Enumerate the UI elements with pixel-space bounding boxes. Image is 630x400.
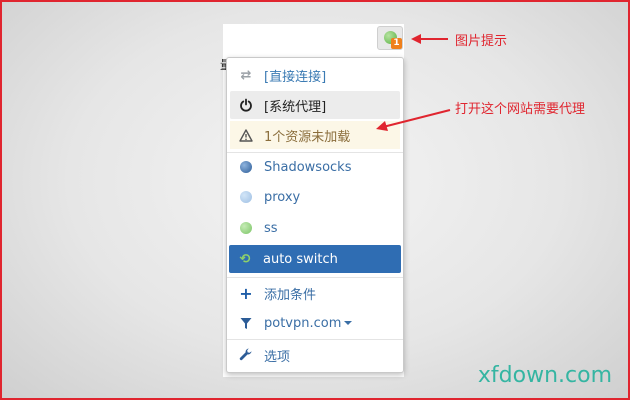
arrowhead	[376, 121, 388, 131]
proxy-hint-annotation: 打开这个网站需要代理	[455, 102, 586, 117]
arrow-to-warning-item	[382, 109, 451, 128]
annotation-arrows	[376, 34, 451, 131]
icon-hint-annotation: 图片提示	[455, 34, 508, 49]
arrowhead	[411, 34, 421, 44]
watermark: xfdown.com	[477, 363, 612, 388]
